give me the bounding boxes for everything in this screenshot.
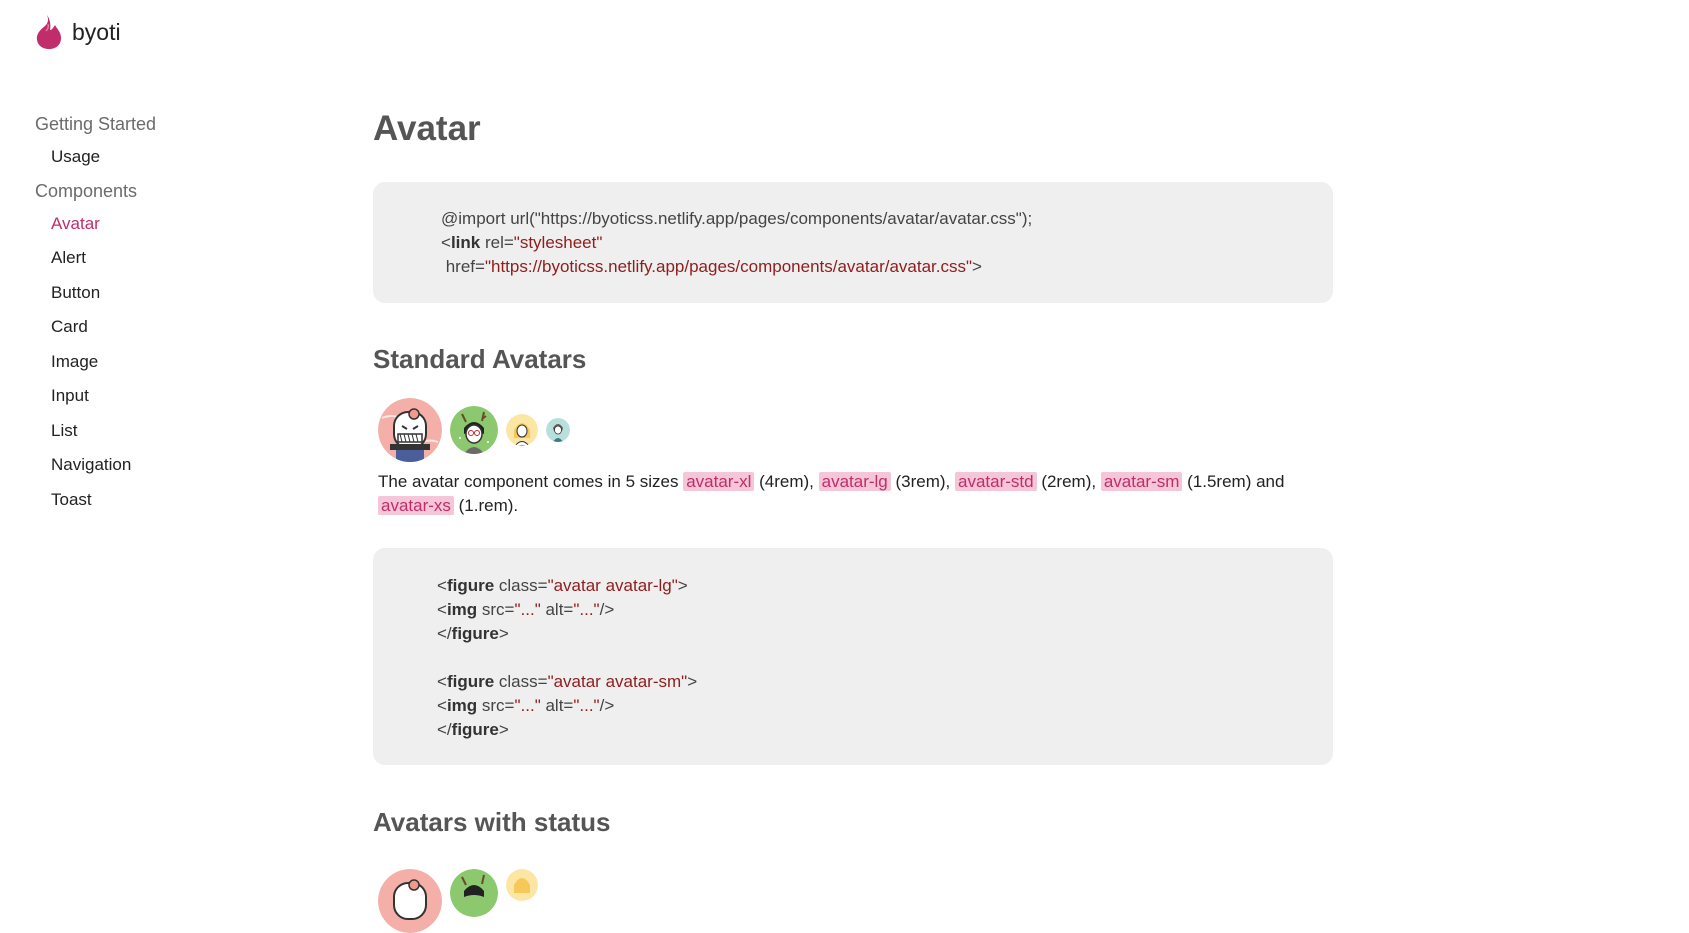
- code-line: </figure>: [437, 623, 509, 643]
- page-title: Avatar: [373, 109, 481, 148]
- status-avatar-std: [506, 868, 538, 901]
- import-code-block: @import url("https://byoticss.netlify.ap…: [373, 182, 1333, 303]
- sidebar-heading-components: Components: [35, 180, 138, 201]
- code-line: <img src="..." alt="..."/>: [437, 695, 615, 715]
- sidebar-item-card[interactable]: Card: [0, 310, 300, 345]
- flame-logo-icon: [36, 15, 61, 49]
- status-avatar-lg: [450, 868, 498, 917]
- sidebar-item-navigation[interactable]: Navigation: [0, 448, 300, 483]
- avatar-sm: [546, 417, 570, 442]
- code-line: <figure class="avatar avatar-sm">: [437, 671, 698, 691]
- sidebar-heading-getting-started: Getting Started: [35, 114, 157, 134]
- import-line: @import url("https://byoticss.netlify.ap…: [441, 209, 1033, 228]
- robot-avatar-icon: [378, 397, 442, 462]
- avatar-xl: [378, 397, 442, 462]
- avatars-with-status-heading: Avatars with status: [373, 806, 611, 837]
- sidebar-item-list[interactable]: List: [0, 414, 300, 449]
- sidebar-item-alert[interactable]: Alert: [0, 241, 300, 276]
- status-avatars-row: [378, 868, 1333, 933]
- sidebar-item-avatar[interactable]: Avatar: [0, 207, 300, 242]
- class-chip-avatar-xs: avatar-xs: [378, 495, 454, 515]
- code-line: <figure class="avatar avatar-lg">: [437, 575, 688, 595]
- blonde-avatar-icon: [506, 868, 538, 901]
- link-line: <link rel="stylesheet": [441, 233, 603, 252]
- class-chip-avatar-lg: avatar-lg: [818, 471, 891, 491]
- brand-logo[interactable]: byoti: [36, 14, 121, 50]
- sidebar: Getting Started Usage Components Avatar …: [0, 108, 300, 517]
- sidebar-item-input[interactable]: Input: [0, 379, 300, 414]
- robot-avatar-icon: [378, 868, 442, 933]
- brand-name: byoti: [72, 18, 121, 45]
- class-chip-avatar-sm: avatar-sm: [1100, 471, 1183, 491]
- deer-avatar-icon: [450, 405, 498, 454]
- sidebar-item-toast[interactable]: Toast: [0, 483, 300, 518]
- person-avatar-icon: [546, 417, 570, 442]
- avatar-std: [506, 413, 538, 446]
- avatar-code-block: <figure class="avatar avatar-lg"> <img s…: [373, 547, 1333, 765]
- standard-avatars-row: [378, 397, 1333, 462]
- sidebar-item-button[interactable]: Button: [0, 276, 300, 311]
- code-line: <img src="..." alt="..."/>: [437, 599, 615, 619]
- code-line: </figure>: [437, 719, 509, 739]
- avatar-lg: [450, 405, 498, 454]
- standard-avatars-heading: Standard Avatars: [373, 344, 587, 374]
- href-line: href="https://byoticss.netlify.app/pages…: [441, 257, 982, 276]
- deer-avatar-icon: [450, 868, 498, 917]
- status-avatar-xl: [378, 868, 442, 933]
- sidebar-item-image[interactable]: Image: [0, 345, 300, 380]
- main-content: Avatar @import url("https://byoticss.net…: [373, 96, 1333, 933]
- class-chip-avatar-std: avatar-std: [955, 471, 1037, 491]
- class-chip-avatar-xl: avatar-xl: [683, 471, 755, 491]
- sidebar-item-usage[interactable]: Usage: [0, 140, 300, 175]
- avatar-sizes-description: The avatar component comes in 5 sizes av…: [378, 471, 1285, 515]
- blonde-avatar-icon: [506, 413, 538, 446]
